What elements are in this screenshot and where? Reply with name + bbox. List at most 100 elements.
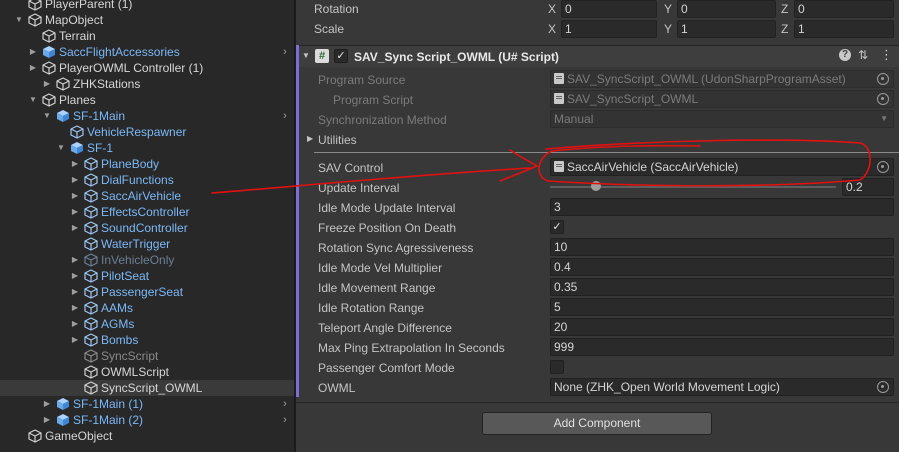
- foldout-arrow-icon[interactable]: ▼: [302, 51, 310, 60]
- hierarchy-item[interactable]: ▶ ZHKStations: [0, 76, 294, 92]
- rotation-x-field[interactable]: 0: [561, 0, 657, 18]
- teleport-label: Teleport Angle Difference: [318, 321, 452, 335]
- axis-z-label[interactable]: Z: [781, 22, 793, 36]
- hierarchy-item[interactable]: VehicleRespawner: [0, 124, 294, 140]
- freeze-death-checkbox[interactable]: ✓: [550, 220, 564, 234]
- expand-arrow-icon[interactable]: ▼: [56, 140, 66, 156]
- hierarchy-item[interactable]: ▶ AAMs: [0, 300, 294, 316]
- collapse-arrow-icon[interactable]: ▶: [70, 300, 80, 316]
- idle-vel-field[interactable]: 0.4: [550, 258, 894, 276]
- collapse-arrow-icon[interactable]: ▶: [70, 172, 80, 188]
- utilities-foldout-icon[interactable]: ▶: [307, 134, 313, 143]
- collapse-arrow-icon[interactable]: ▶: [42, 412, 52, 428]
- collapse-arrow-icon[interactable]: ▶: [70, 204, 80, 220]
- axis-y-label[interactable]: Y: [664, 22, 676, 36]
- object-picker-icon[interactable]: [877, 161, 889, 173]
- idle-rot-label: Idle Rotation Range: [318, 301, 425, 315]
- collapse-arrow-icon[interactable]: ▶: [70, 284, 80, 300]
- collapse-arrow-icon[interactable]: ▶: [70, 188, 80, 204]
- scale-z-field[interactable]: 1: [794, 20, 894, 38]
- hierarchy-item[interactable]: ▶ PlayerOWML Controller (1): [0, 60, 294, 76]
- collapse-arrow-icon[interactable]: ▶: [70, 268, 80, 284]
- object-picker-icon[interactable]: [877, 381, 889, 393]
- hierarchy-item[interactable]: ▶ SoundController: [0, 220, 294, 236]
- preset-icon[interactable]: ⇅: [858, 48, 868, 62]
- component-enabled-checkbox[interactable]: ✓: [334, 49, 348, 63]
- max-ping-field[interactable]: 999: [550, 338, 894, 356]
- update-interval-field[interactable]: 0.2: [842, 178, 894, 196]
- rot-sync-field[interactable]: 10: [550, 238, 894, 256]
- expand-arrow-icon[interactable]: ▼: [14, 12, 24, 28]
- hierarchy-item[interactable]: ▶ SF-1Main (1) ›: [0, 396, 294, 412]
- hierarchy-item[interactable]: SyncScript: [0, 348, 294, 364]
- utilities-foldout[interactable]: Utilities: [318, 133, 357, 147]
- hierarchy-item[interactable]: WaterTrigger: [0, 236, 294, 252]
- hierarchy-item[interactable]: ▼ MapObject: [0, 12, 294, 28]
- hierarchy-item[interactable]: SyncScript_OWML: [0, 380, 294, 396]
- add-component-button[interactable]: Add Component: [482, 412, 712, 435]
- hierarchy-item[interactable]: ▶ EffectsController: [0, 204, 294, 220]
- update-interval-slider-thumb[interactable]: [591, 181, 601, 191]
- axis-x-label[interactable]: X: [548, 2, 560, 16]
- hierarchy-item[interactable]: ▶ AGMs: [0, 316, 294, 332]
- collapse-arrow-icon[interactable]: ▶: [28, 60, 38, 76]
- hierarchy-item[interactable]: ▶ PilotSeat: [0, 268, 294, 284]
- axis-z-label[interactable]: Z: [781, 2, 793, 16]
- hierarchy-item[interactable]: ▶ Bombs: [0, 332, 294, 348]
- cube-icon: [84, 237, 98, 251]
- hierarchy-item[interactable]: ▶ PassengerSeat: [0, 284, 294, 300]
- hierarchy-item[interactable]: GameObject: [0, 428, 294, 444]
- idle-move-field[interactable]: 0.35: [550, 278, 894, 296]
- passenger-checkbox[interactable]: [550, 360, 564, 374]
- collapse-arrow-icon[interactable]: ▶: [70, 252, 80, 268]
- scale-y-field[interactable]: 1: [677, 20, 776, 38]
- hierarchy-item[interactable]: ▶ SF-1Main (2) ›: [0, 412, 294, 428]
- hierarchy-item-label: WaterTrigger: [101, 237, 171, 251]
- collapse-arrow-icon[interactable]: ▶: [70, 220, 80, 236]
- chevron-right-icon[interactable]: ›: [280, 44, 290, 60]
- expand-arrow-icon[interactable]: ▼: [42, 108, 52, 124]
- collapse-arrow-icon[interactable]: ▶: [28, 44, 38, 60]
- collapse-arrow-icon[interactable]: ▶: [70, 316, 80, 332]
- axis-x-label[interactable]: X: [548, 22, 560, 36]
- hierarchy-item[interactable]: Terrain: [0, 28, 294, 44]
- scale-x-field[interactable]: 1: [561, 20, 657, 38]
- hierarchy-item[interactable]: OWMLScript: [0, 364, 294, 380]
- chevron-right-icon[interactable]: ›: [280, 396, 290, 412]
- hierarchy-item-label: OWMLScript: [101, 365, 170, 379]
- context-menu-icon[interactable]: ⋮: [880, 47, 893, 63]
- program-source-value: SAV_SyncScript_OWML (UdonSharpProgramAss…: [567, 72, 846, 86]
- hierarchy-item[interactable]: PlayerParent (1): [0, 0, 294, 12]
- idle-rot-field[interactable]: 5: [550, 298, 894, 316]
- chevron-right-icon[interactable]: ›: [280, 412, 290, 428]
- collapse-arrow-icon[interactable]: ▶: [70, 156, 80, 172]
- rotation-y-field[interactable]: 0: [677, 0, 776, 18]
- teleport-field[interactable]: 20: [550, 318, 894, 336]
- hierarchy-item[interactable]: ▼ SF-1: [0, 140, 294, 156]
- hierarchy-item[interactable]: ▶ DialFunctions: [0, 172, 294, 188]
- hierarchy-item[interactable]: ▶ SaccFlightAccessories ›: [0, 44, 294, 60]
- sav-control-field[interactable]: SaccAirVehicle (SaccAirVehicle): [550, 158, 894, 176]
- sav-control-value: SaccAirVehicle (SaccAirVehicle): [567, 160, 739, 174]
- idle-update-field[interactable]: 3: [550, 198, 894, 216]
- axis-y-label[interactable]: Y: [664, 2, 676, 16]
- rotation-y: Y 0: [664, 0, 776, 18]
- hierarchy-item[interactable]: ▶ SaccAirVehicle: [0, 188, 294, 204]
- rotation-z-field[interactable]: 0: [794, 0, 894, 18]
- collapse-arrow-icon[interactable]: ▶: [42, 396, 52, 412]
- hierarchy-item[interactable]: ▶ InVehicleOnly: [0, 252, 294, 268]
- hierarchy-item-label: SyncScript: [101, 349, 159, 363]
- collapse-arrow-icon[interactable]: ▶: [70, 332, 80, 348]
- component-header[interactable]: ▼ # ✓ SAV_Sync Script_OWML (U# Script) ?…: [296, 45, 899, 67]
- hierarchy-item[interactable]: ▼ Planes: [0, 92, 294, 108]
- hierarchy-item[interactable]: ▶ PlaneBody: [0, 156, 294, 172]
- idle-move-label: Idle Movement Range: [318, 281, 436, 295]
- hierarchy-item-label: Terrain: [59, 29, 96, 43]
- help-icon[interactable]: ?: [839, 49, 851, 61]
- cube-icon: [84, 253, 98, 267]
- hierarchy-item[interactable]: ▼ SF-1Main ›: [0, 108, 294, 124]
- owml-field[interactable]: None (ZHK_Open World Movement Logic): [550, 378, 894, 396]
- expand-arrow-icon[interactable]: ▼: [28, 92, 38, 108]
- collapse-arrow-icon[interactable]: ▶: [42, 76, 52, 92]
- chevron-right-icon[interactable]: ›: [280, 108, 290, 124]
